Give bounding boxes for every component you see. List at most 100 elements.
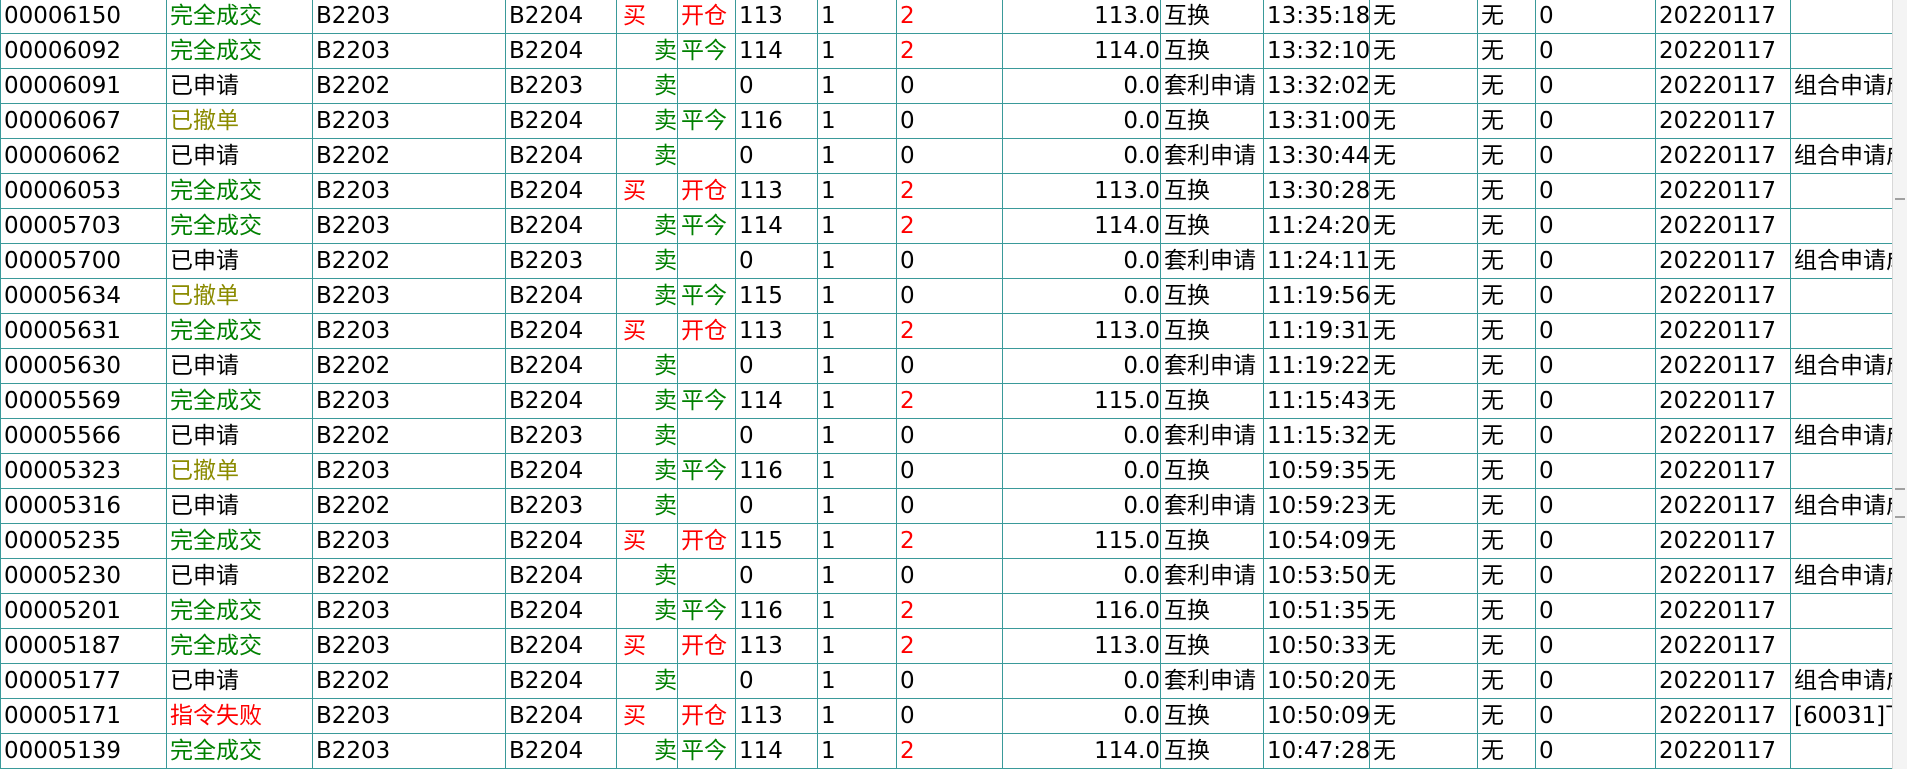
order-type-cell[interactable]: 互换 <box>1160 628 1264 664</box>
message-cell[interactable]: [60031]下单资金 <box>1790 698 1907 734</box>
trade-date-cell[interactable]: 20220117 <box>1655 453 1791 489</box>
leg2-contract-cell[interactable]: B2203 <box>505 488 617 524</box>
quantity-cell[interactable]: 1 <box>817 558 897 594</box>
table-row[interactable]: 00005703 完全成交 B2203 B2204 卖平今 114 1 2 114.0 互换 11:… <box>0 208 1907 244</box>
direction-cell[interactable]: 卖 <box>616 68 678 104</box>
leg1-contract-cell[interactable]: B2203 <box>312 453 506 489</box>
table-row[interactable]: 00005634 已撤单 B2203 B2204 卖平今 115 1 0 0.0 互换 11:19:… <box>0 278 1907 314</box>
flag2-cell[interactable]: 无 <box>1477 523 1536 559</box>
leg1-contract-cell[interactable]: B2203 <box>312 383 506 419</box>
vertical-scrollbar[interactable] <box>1892 0 1907 769</box>
order-id-cell[interactable]: 00006091 <box>0 68 167 104</box>
offset-cell[interactable]: 开仓 <box>677 628 736 664</box>
avg-price-cell[interactable]: 0.0 <box>1002 418 1161 454</box>
order-status-cell[interactable]: 已申请 <box>166 663 313 699</box>
trade-date-cell[interactable]: 20220117 <box>1655 278 1791 314</box>
offset-cell[interactable]: 平今 <box>677 383 736 419</box>
filled-qty-cell[interactable]: 0 <box>896 138 1003 174</box>
order-status-cell[interactable]: 已申请 <box>166 68 313 104</box>
message-cell[interactable] <box>1790 523 1907 559</box>
leg1-contract-cell[interactable]: B2202 <box>312 663 506 699</box>
filled-qty-cell[interactable]: 0 <box>896 243 1003 279</box>
leg1-contract-cell[interactable]: B2203 <box>312 628 506 664</box>
order-status-cell[interactable]: 完全成交 <box>166 383 313 419</box>
table-row[interactable]: 00005171 指令失败 B2203 B2204 买开仓 113 1 0 0.0 互换 10:50… <box>0 698 1907 734</box>
filled-qty-cell[interactable]: 0 <box>896 698 1003 734</box>
direction-cell[interactable]: 卖 <box>616 418 678 454</box>
leg2-contract-cell[interactable]: B2204 <box>505 173 617 209</box>
direction-cell[interactable]: 卖 <box>616 453 678 489</box>
avg-price-cell[interactable]: 113.0 <box>1002 628 1161 664</box>
order-type-cell[interactable]: 互换 <box>1160 453 1264 489</box>
order-time-cell[interactable]: 10:47:28 <box>1263 733 1370 769</box>
filled-qty-cell[interactable]: 2 <box>896 733 1003 769</box>
direction-cell[interactable]: 卖 <box>616 593 678 629</box>
flag2-cell[interactable]: 无 <box>1477 68 1536 104</box>
quantity-cell[interactable]: 1 <box>817 453 897 489</box>
avg-price-cell[interactable]: 114.0 <box>1002 733 1161 769</box>
leg1-contract-cell[interactable]: B2203 <box>312 698 506 734</box>
order-time-cell[interactable]: 11:15:43 <box>1263 383 1370 419</box>
offset-cell[interactable]: 平今 <box>677 733 736 769</box>
order-time-cell[interactable]: 10:54:09 <box>1263 523 1370 559</box>
trade-date-cell[interactable]: 20220117 <box>1655 698 1791 734</box>
direction-cell[interactable]: 卖 <box>616 278 678 314</box>
price-cell[interactable]: 113 <box>735 0 818 34</box>
leg1-contract-cell[interactable]: B2202 <box>312 138 506 174</box>
filled-qty-cell[interactable]: 0 <box>896 418 1003 454</box>
price-cell[interactable]: 116 <box>735 593 818 629</box>
price-cell[interactable]: 0 <box>735 488 818 524</box>
avg-price-cell[interactable]: 116.0 <box>1002 593 1161 629</box>
order-id-cell[interactable]: 00005177 <box>0 663 167 699</box>
offset-cell[interactable] <box>677 243 736 279</box>
leg1-contract-cell[interactable]: B2203 <box>312 313 506 349</box>
leg2-contract-cell[interactable]: B2204 <box>505 523 617 559</box>
flag3-cell[interactable]: 0 <box>1535 138 1656 174</box>
order-type-cell[interactable]: 互换 <box>1160 208 1264 244</box>
leg2-contract-cell[interactable]: B2204 <box>505 593 617 629</box>
offset-cell[interactable]: 平今 <box>677 33 736 69</box>
avg-price-cell[interactable]: 115.0 <box>1002 383 1161 419</box>
avg-price-cell[interactable]: 0.0 <box>1002 453 1161 489</box>
order-status-cell[interactable]: 已撤单 <box>166 453 313 489</box>
direction-cell[interactable]: 卖 <box>616 33 678 69</box>
quantity-cell[interactable]: 1 <box>817 68 897 104</box>
order-time-cell[interactable]: 11:19:22 <box>1263 348 1370 384</box>
filled-qty-cell[interactable]: 0 <box>896 488 1003 524</box>
filled-qty-cell[interactable]: 2 <box>896 313 1003 349</box>
flag2-cell[interactable]: 无 <box>1477 313 1536 349</box>
flag2-cell[interactable]: 无 <box>1477 628 1536 664</box>
flag2-cell[interactable]: 无 <box>1477 138 1536 174</box>
filled-qty-cell[interactable]: 0 <box>896 453 1003 489</box>
leg2-contract-cell[interactable]: B2204 <box>505 103 617 139</box>
table-row[interactable]: 00005235 完全成交 B2203 B2204 买开仓 115 1 2 115.0 互换 10:… <box>0 523 1907 559</box>
leg1-contract-cell[interactable]: B2203 <box>312 173 506 209</box>
message-cell[interactable] <box>1790 313 1907 349</box>
table-row[interactable]: 00005630 已申请 B2202 B2204 卖 0 1 0 0.0 套利申请 11:19:22… <box>0 348 1907 384</box>
quantity-cell[interactable]: 1 <box>817 488 897 524</box>
filled-qty-cell[interactable]: 2 <box>896 628 1003 664</box>
flag1-cell[interactable]: 无 <box>1369 663 1478 699</box>
flag2-cell[interactable]: 无 <box>1477 698 1536 734</box>
message-cell[interactable] <box>1790 278 1907 314</box>
order-status-cell[interactable]: 完全成交 <box>166 313 313 349</box>
filled-qty-cell[interactable]: 2 <box>896 523 1003 559</box>
avg-price-cell[interactable]: 113.0 <box>1002 0 1161 34</box>
table-row[interactable]: 00006150 完全成交 B2203 B2204 买开仓 113 1 2 113.0 互换 13:… <box>0 0 1907 34</box>
message-cell[interactable] <box>1790 208 1907 244</box>
trade-date-cell[interactable]: 20220117 <box>1655 208 1791 244</box>
filled-qty-cell[interactable]: 0 <box>896 68 1003 104</box>
flag1-cell[interactable]: 无 <box>1369 523 1478 559</box>
table-row[interactable]: 00005187 完全成交 B2203 B2204 买开仓 113 1 2 113.0 互换 10:… <box>0 628 1907 664</box>
leg1-contract-cell[interactable]: B2203 <box>312 0 506 34</box>
order-id-cell[interactable]: 00006092 <box>0 33 167 69</box>
flag3-cell[interactable]: 0 <box>1535 383 1656 419</box>
order-id-cell[interactable]: 00006053 <box>0 173 167 209</box>
direction-cell[interactable]: 买 <box>616 0 678 34</box>
order-id-cell[interactable]: 00005201 <box>0 593 167 629</box>
flag1-cell[interactable]: 无 <box>1369 278 1478 314</box>
order-status-cell[interactable]: 已申请 <box>166 488 313 524</box>
order-id-cell[interactable]: 00006150 <box>0 0 167 34</box>
message-cell[interactable] <box>1790 383 1907 419</box>
flag3-cell[interactable]: 0 <box>1535 313 1656 349</box>
